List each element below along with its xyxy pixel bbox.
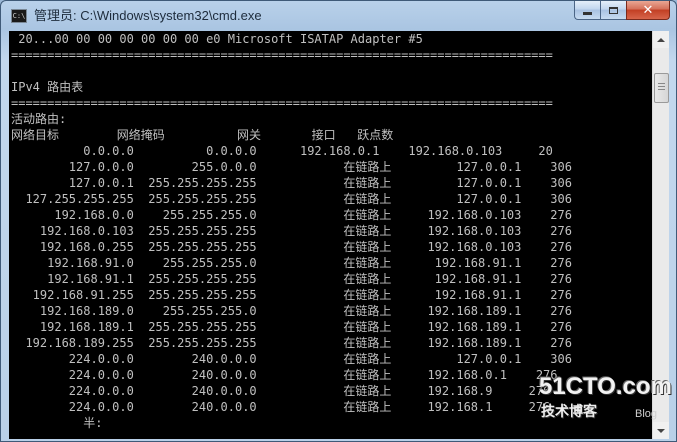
scroll-up-button[interactable] [653, 31, 669, 48]
grip-line [658, 83, 665, 84]
console-line: 192.168.189.255 255.255.255.255 在链路上 192… [11, 336, 572, 350]
window-title: 管理员: C:\Windows\system32\cmd.exe [34, 8, 262, 23]
console-line: 192.168.189.1 255.255.255.255 在链路上 192.1… [11, 320, 572, 334]
maximize-icon [609, 6, 618, 14]
console-line: 192.168.189.0 255.255.255.0 在链路上 192.168… [11, 304, 572, 318]
console-line: 192.168.91.255 255.255.255.255 在链路上 192.… [11, 288, 572, 302]
console-line: 192.168.0.103 255.255.255.255 在链路上 192.1… [11, 224, 572, 238]
watermark-logo-text: 51CTO.com [539, 373, 672, 400]
console-line: 活动路由: [11, 112, 67, 126]
grip-line [658, 89, 665, 90]
grip-line [658, 86, 665, 87]
console-line: 224.0.0.0 240.0.0.0 在链路上 127.0.0.1 306 [11, 352, 572, 366]
console-line: 192.168.91.0 255.255.255.0 在链路上 192.168.… [11, 256, 572, 270]
console-line: 0.0.0.0 0.0.0.0 192.168.0.1 192.168.0.10… [11, 144, 553, 158]
minimize-icon [583, 11, 592, 15]
console-lines: 20...00 00 00 00 00 00 00 e0 Microsoft I… [11, 31, 652, 431]
minimize-button[interactable] [574, 1, 600, 20]
console-line: ========================================… [11, 48, 553, 62]
cmd-app-icon[interactable]: C:\ [11, 9, 27, 23]
console-line: 192.168.0.0 255.255.255.0 在链路上 192.168.0… [11, 208, 572, 222]
close-button[interactable]: ✕ [626, 1, 670, 20]
console-line: IPv4 路由表 [11, 80, 84, 94]
console-line: 20...00 00 00 00 00 00 00 e0 Microsoft I… [11, 32, 423, 46]
watermark-subtitle: 技术博客 [541, 404, 597, 420]
console-line: 127.0.0.1 255.255.255.255 在链路上 127.0.0.1… [11, 176, 572, 190]
cmd-window: C:\ 管理员: C:\Windows\system32\cmd.exe ✕ 2… [0, 0, 677, 442]
maximize-button[interactable] [600, 1, 626, 20]
console-line: 192.168.0.255 255.255.255.255 在链路上 192.1… [11, 240, 572, 254]
title-bar[interactable]: C:\ 管理员: C:\Windows\system32\cmd.exe ✕ [1, 1, 676, 31]
close-icon: ✕ [642, 2, 654, 18]
watermark-blog: Blog [635, 408, 658, 420]
console-line: ========================================… [11, 96, 553, 110]
console-line: 192.168.91.1 255.255.255.255 在链路上 192.16… [11, 272, 572, 286]
arrow-up-icon [657, 37, 665, 42]
caption-buttons: ✕ [574, 1, 670, 21]
arrow-down-icon [657, 428, 665, 433]
console-line: 127.0.0.0 255.0.0.0 在链路上 127.0.0.1 306 [11, 160, 572, 174]
console-line: 网络目标 网络掩码 网关 接口 跃点数 [11, 128, 394, 142]
scroll-thumb[interactable] [654, 73, 669, 103]
site-watermark: 51CTO.com 技术博客 Blog [539, 373, 672, 429]
console-line: 127.255.255.255 255.255.255.255 在链路上 127… [11, 192, 572, 206]
